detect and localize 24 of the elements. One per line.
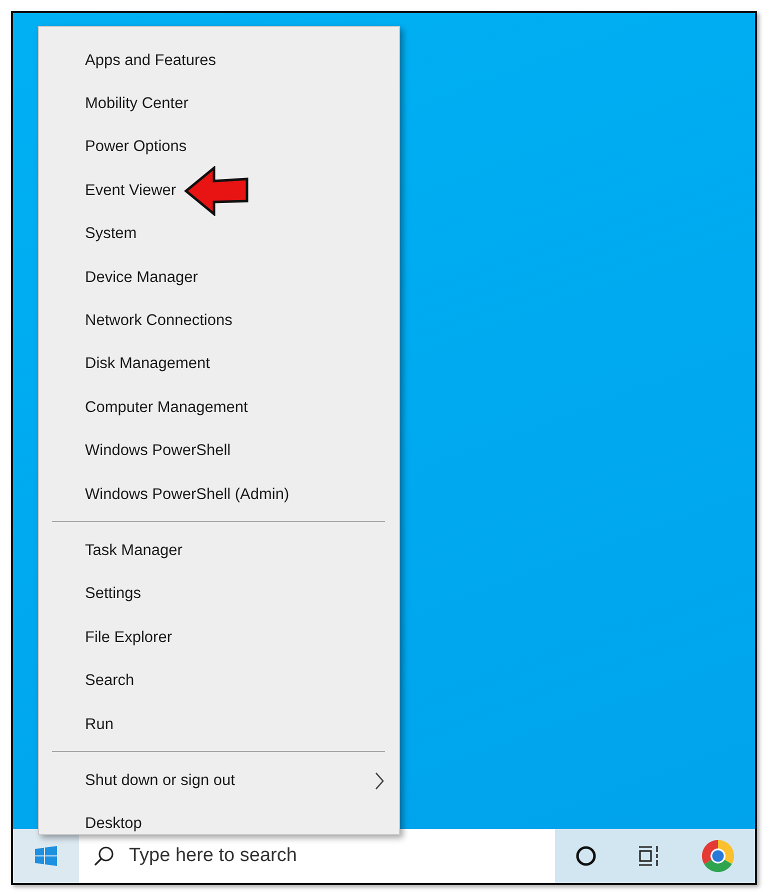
menu-item[interactable]: Task Manager (39, 529, 399, 573)
menu-item[interactable]: Settings (39, 572, 399, 616)
start-button[interactable] (13, 829, 79, 883)
menu-item[interactable]: System (39, 212, 399, 256)
menu-item[interactable]: Mobility Center (39, 82, 399, 126)
pointer-arrow (184, 166, 250, 216)
menu-item[interactable]: Windows PowerShell (Admin) (39, 472, 399, 516)
menu-item[interactable]: Apps and Features (39, 39, 399, 82)
menu-item[interactable]: Search (39, 659, 399, 703)
browser-icon[interactable] (701, 839, 735, 873)
menu-item[interactable]: Run (39, 702, 399, 746)
task-view-icon[interactable] (637, 845, 661, 867)
menu-item[interactable]: Computer Management (39, 386, 399, 430)
chevron-icon (375, 772, 384, 790)
menu-item[interactable]: Device Manager (39, 256, 399, 300)
menu-item[interactable]: Power Options (39, 126, 399, 170)
menu-item[interactable]: File Explorer (39, 616, 399, 660)
windows-logo-icon (35, 846, 57, 866)
menu-item[interactable]: Disk Management (39, 342, 399, 386)
menu-item[interactable]: Shut down or sign out (39, 759, 399, 803)
menu-item[interactable]: Event Viewer (39, 169, 399, 213)
menu-item[interactable]: Network Connections (39, 299, 399, 343)
menu-item[interactable]: Windows PowerShell (39, 430, 399, 473)
circle-icon[interactable] (575, 845, 597, 867)
